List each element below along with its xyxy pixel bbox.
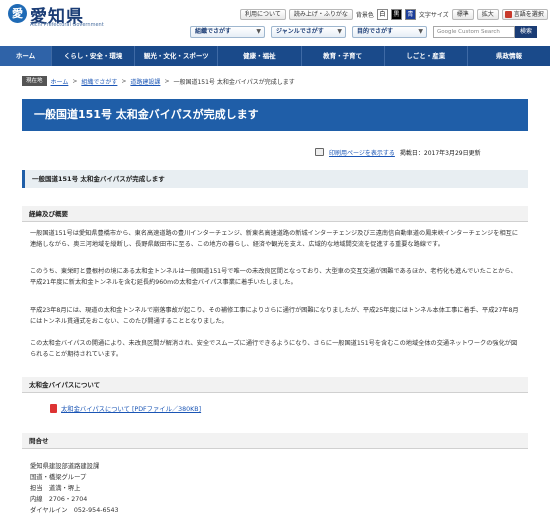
bg-black-button[interactable]: 黒 bbox=[390, 8, 402, 20]
usage-button[interactable]: 利用について bbox=[240, 8, 286, 20]
nav-living[interactable]: くらし・安全・環境 bbox=[52, 46, 136, 66]
pdf-attachment: 太和金バイパスについて [PDFファイル／380KB] bbox=[50, 404, 201, 413]
dropdown-purpose-label: 目的でさがす bbox=[357, 28, 394, 35]
contact-heading: 問合せ bbox=[22, 433, 528, 449]
summary-paragraph-4: この太和金バイパスの開通により、未改良区間が解消され、安全でスムーズに通行できる… bbox=[30, 340, 518, 358]
nav-tourism[interactable]: 観光・文化・スポーツ bbox=[135, 46, 219, 66]
contact-group: 国道・橋梁グループ bbox=[30, 474, 87, 481]
page-title: 一般国道151号 太和金バイパスが完成します bbox=[22, 99, 528, 131]
nav-work[interactable]: しごと・産業 bbox=[385, 46, 468, 66]
print-date-row: 印刷用ページを表示する 掲載日：2017年3月29日更新 bbox=[315, 147, 481, 157]
chevron-down-icon: ▼ bbox=[337, 28, 342, 35]
pdf-download-link[interactable]: 太和金バイパスについて [PDFファイル／380KB] bbox=[61, 404, 201, 413]
contact-direct-line: ダイヤルイン 052-954-6543 bbox=[30, 507, 119, 514]
dropdown-genre-label: ジャンルでさがす bbox=[276, 28, 324, 35]
search-button[interactable]: 検索 bbox=[515, 26, 538, 38]
site-header: 愛 愛知県 Aichi Prefectural Government 利用につい… bbox=[0, 0, 550, 46]
chevron-down-icon: ▼ bbox=[256, 28, 261, 35]
breadcrumb-separator: > bbox=[72, 77, 78, 85]
read-aloud-button[interactable]: 読み上げ・ふりがな bbox=[288, 8, 353, 20]
font-enlarge-button[interactable]: 拡大 bbox=[476, 8, 499, 20]
language-icon bbox=[504, 10, 512, 18]
pdf-icon bbox=[50, 404, 57, 413]
summary-paragraph-3: 平成23年8月には、現道の太和金トンネルで崩落事故が起こり、その補修工事によりさ… bbox=[30, 307, 519, 325]
language-select-button[interactable]: 言語を選択 bbox=[501, 8, 548, 20]
font-size-label: 文字サイズ bbox=[418, 11, 449, 19]
dropdown-organization-label: 組織でさがす bbox=[195, 28, 232, 35]
search-input[interactable]: Google Custom Search bbox=[433, 26, 515, 38]
dropdown-genre[interactable]: ジャンルでさがす ▼ bbox=[271, 26, 346, 38]
breadcrumb-road-construction[interactable]: 道路建設課 bbox=[130, 77, 160, 86]
nav-health[interactable]: 健康・福祉 bbox=[218, 46, 302, 66]
dropdown-purpose[interactable]: 目的でさがす ▼ bbox=[352, 26, 427, 38]
nav-education[interactable]: 教育・子育て bbox=[302, 46, 385, 66]
breadcrumb-separator: > bbox=[164, 77, 170, 85]
print-page-link[interactable]: 印刷用ページを表示する bbox=[329, 148, 395, 157]
printer-icon bbox=[315, 148, 324, 156]
breadcrumb-separator: > bbox=[121, 77, 127, 85]
breadcrumb-organization[interactable]: 組織でさがす bbox=[81, 77, 117, 86]
site-search: Google Custom Search 検索 bbox=[433, 26, 538, 38]
contact-department: 愛知県建設部道路建設課 bbox=[30, 463, 100, 470]
bypass-heading: 太和金バイパスについて bbox=[22, 377, 528, 393]
bg-color-label: 背景色 bbox=[355, 11, 374, 19]
site-logo-subtitle: Aichi Prefectural Government bbox=[30, 22, 104, 28]
contact-extension: 内線 2706・2704 bbox=[30, 496, 88, 503]
breadcrumb-here-label: 現在地 bbox=[22, 76, 47, 86]
main-section-heading: 一般国道151号 太和金バイパスが完成します bbox=[22, 170, 528, 188]
prefecture-logo-icon[interactable]: 愛 bbox=[8, 4, 27, 23]
summary-paragraph-1: 一般国道151号は愛知県豊橋市から、東名高速道路の豊川インターチェンジ、新東名高… bbox=[30, 230, 519, 248]
summary-paragraph-2: このうち、東栄町と豊根村の境にある太和金トンネルは一般国道151号で唯一の未改良… bbox=[30, 268, 517, 286]
bg-blue-button[interactable]: 青 bbox=[404, 8, 416, 20]
utility-bar: 利用について 読み上げ・ふりがな 背景色 白 黒 青 文字サイズ 標準 拡大 言… bbox=[240, 8, 548, 20]
contact-staff: 担当 道満・堺上 bbox=[30, 485, 81, 492]
language-select-label: 言語を選択 bbox=[513, 10, 544, 18]
breadcrumb-home[interactable]: ホーム bbox=[51, 77, 69, 86]
breadcrumb-current: 一般国道151号 太和金バイパスが完成します bbox=[173, 78, 295, 86]
font-standard-button[interactable]: 標準 bbox=[451, 8, 474, 20]
nav-home[interactable]: ホーム bbox=[0, 46, 52, 66]
chevron-down-icon: ▼ bbox=[418, 28, 423, 35]
breadcrumb: 現在地 ホーム > 組織でさがす > 道路建設課 > 一般国道151号 太和金バ… bbox=[22, 76, 295, 86]
contact-info: 愛知県建設部道路建設課 国道・橋梁グループ 担当 道満・堺上 内線 2706・2… bbox=[30, 461, 119, 516]
dropdown-organization[interactable]: 組織でさがす ▼ bbox=[190, 26, 265, 38]
search-bar: 組織でさがす ▼ ジャンルでさがす ▼ 目的でさがす ▼ Google Cust… bbox=[190, 26, 538, 38]
nav-government[interactable]: 県政情報 bbox=[468, 46, 550, 66]
posted-date: 掲載日：2017年3月29日更新 bbox=[399, 149, 481, 157]
global-nav: ホーム くらし・安全・環境 観光・文化・スポーツ 健康・福祉 教育・子育て しご… bbox=[0, 46, 550, 66]
summary-heading: 経緯及び概要 bbox=[22, 206, 528, 222]
bg-white-button[interactable]: 白 bbox=[376, 8, 388, 20]
